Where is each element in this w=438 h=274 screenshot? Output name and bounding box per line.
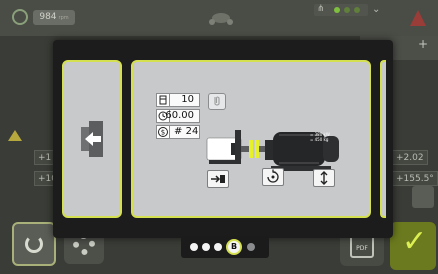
paperclip-icon bbox=[214, 96, 220, 106]
exit-arrow-icon bbox=[81, 121, 103, 157]
arrow-to-block-icon bbox=[211, 175, 225, 183]
reset-icon bbox=[25, 235, 43, 253]
right-value-2[interactable]: +155.5° bbox=[392, 171, 438, 186]
id-prefix: # bbox=[174, 126, 183, 137]
chevron-down-icon[interactable]: ⌄ bbox=[372, 4, 388, 16]
move-to-machine-button[interactable] bbox=[207, 170, 229, 188]
count-value: 10 bbox=[181, 94, 194, 105]
page-dot-1[interactable] bbox=[190, 243, 198, 251]
brand-logo bbox=[410, 10, 426, 26]
rpm-unit: rpm bbox=[58, 15, 69, 21]
coupling-left bbox=[249, 140, 253, 158]
status-dot-1 bbox=[334, 7, 340, 13]
motor-weight: = 450 kg bbox=[310, 137, 329, 142]
motor-shaft bbox=[259, 146, 265, 152]
right-value-1[interactable]: +2.02 bbox=[392, 150, 428, 165]
current-page-indicator[interactable]: B bbox=[226, 239, 242, 255]
bar-chart-icon[interactable] bbox=[412, 186, 434, 208]
rotate-button[interactable] bbox=[262, 168, 284, 186]
status-dot-2 bbox=[344, 7, 350, 13]
confirm-button[interactable]: ✓ bbox=[390, 222, 436, 270]
driven-shaft bbox=[241, 146, 249, 152]
warning-icon bbox=[8, 130, 22, 141]
coin-icon: $ bbox=[156, 125, 170, 139]
network-icon: ⋔ bbox=[317, 4, 325, 14]
machine-icon bbox=[209, 13, 233, 25]
page-dot-5[interactable] bbox=[247, 243, 255, 251]
attachment-button[interactable] bbox=[208, 93, 226, 110]
back-card[interactable] bbox=[62, 60, 122, 218]
pager: B bbox=[181, 236, 269, 258]
arrow-up-down-icon bbox=[320, 171, 328, 185]
time-value: 60.00 bbox=[165, 110, 194, 121]
count-field[interactable]: 10 bbox=[156, 93, 200, 107]
motor-label: = 380 kW = 450 kg bbox=[310, 132, 334, 142]
stack-icon bbox=[156, 93, 170, 107]
machine-train-card: 10 60.00 $ # 24 = 380 kW = 450 kg bbox=[131, 60, 371, 218]
page-dot-3[interactable] bbox=[214, 243, 222, 251]
page-dot-2[interactable] bbox=[202, 243, 210, 251]
driven-machine-base bbox=[209, 160, 239, 164]
next-card-peek[interactable] bbox=[380, 60, 386, 218]
id-field[interactable]: $ # 24 bbox=[156, 125, 200, 139]
svg-text:$: $ bbox=[161, 129, 165, 137]
rpm-readout: 984 rpm bbox=[33, 10, 75, 25]
rotate-icon bbox=[267, 169, 279, 183]
time-field[interactable]: 60.00 bbox=[156, 109, 200, 123]
reset-button[interactable] bbox=[12, 222, 56, 266]
settings-gear-icon[interactable] bbox=[12, 9, 28, 25]
status-dot-3 bbox=[354, 7, 360, 13]
coupling-right bbox=[255, 140, 259, 158]
machine-setup-dialog: 10 60.00 $ # 24 = 380 kW = 450 kg bbox=[53, 40, 393, 238]
driven-machine-support bbox=[235, 130, 241, 164]
vertical-adjust-button[interactable] bbox=[313, 169, 335, 187]
add-button[interactable]: + bbox=[418, 37, 428, 51]
connection-status[interactable]: ⋔ bbox=[314, 4, 368, 16]
id-value: 24 bbox=[185, 126, 199, 137]
rpm-value: 984 bbox=[39, 12, 57, 22]
check-icon: ✓ bbox=[402, 224, 428, 259]
